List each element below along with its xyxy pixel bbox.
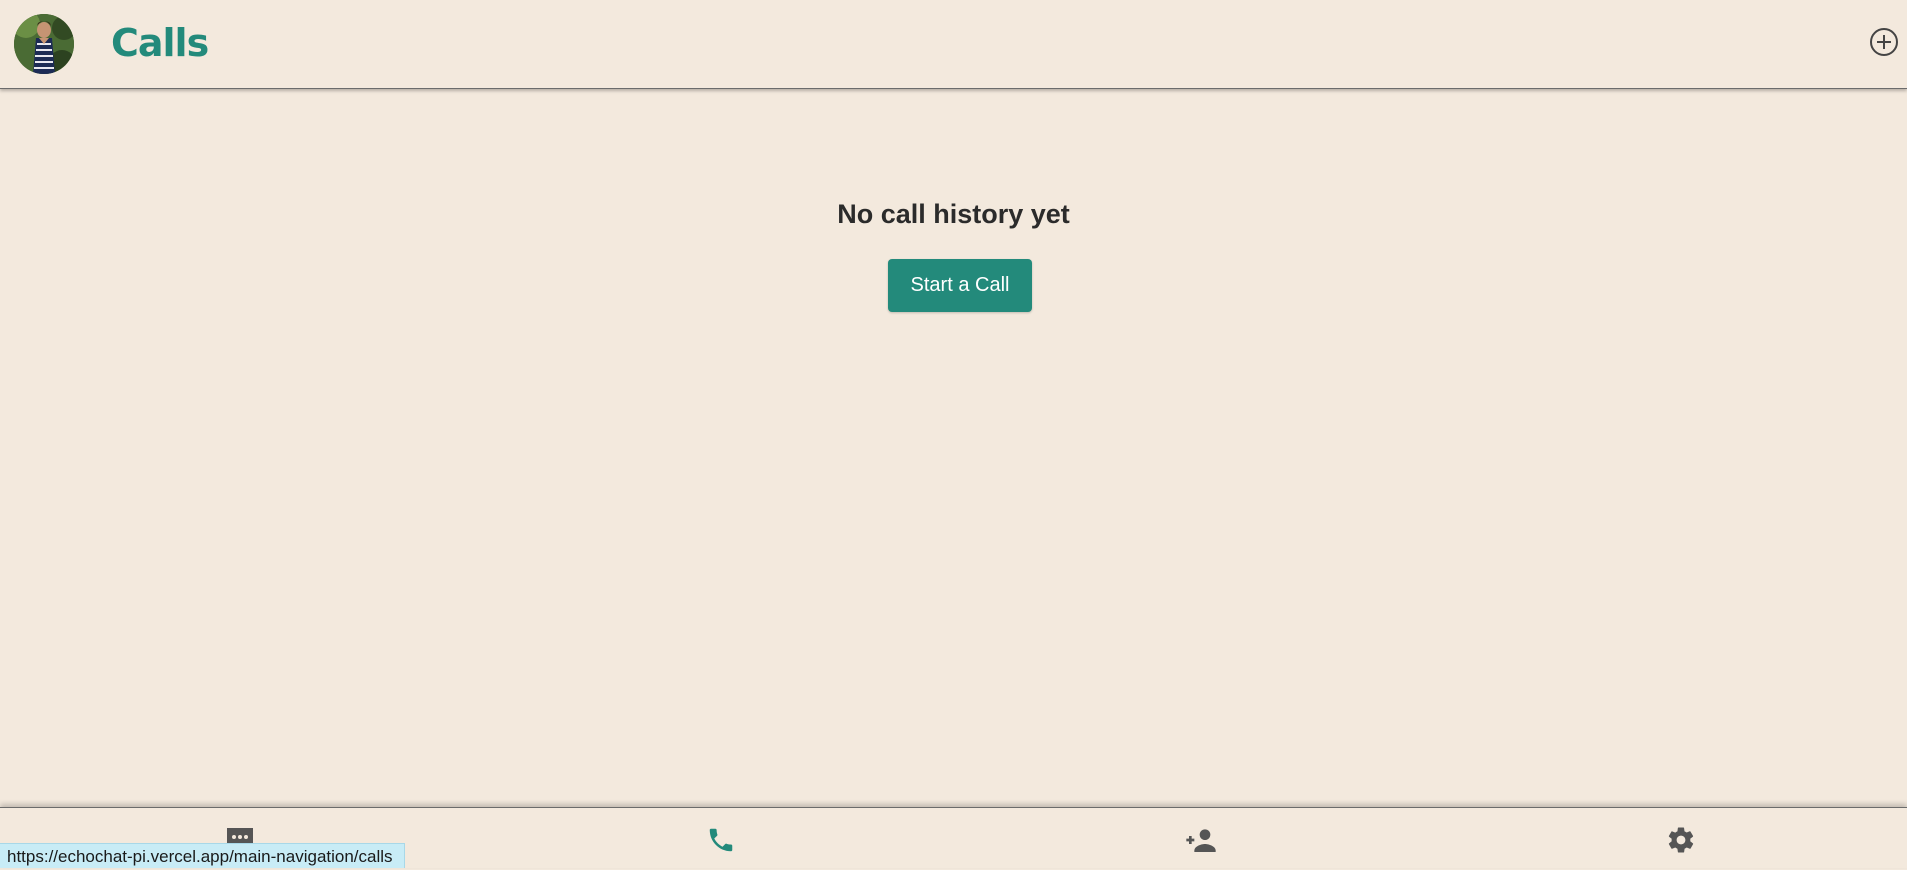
app-header: Calls — [0, 0, 1907, 89]
avatar[interactable] — [14, 14, 74, 74]
status-bar-url: https://echochat-pi.vercel.app/main-navi… — [0, 843, 405, 868]
nav-item-add-contact[interactable] — [1181, 822, 1221, 858]
new-call-button[interactable] — [1867, 25, 1901, 59]
nav-item-settings[interactable] — [1661, 822, 1701, 858]
avatar-photo — [14, 14, 74, 74]
add-circle-icon — [1870, 28, 1898, 56]
nav-item-calls[interactable] — [701, 822, 741, 858]
start-call-button[interactable]: Start a Call — [888, 259, 1032, 312]
person-add-icon — [1186, 829, 1216, 852]
calls-panel: No call history yet Start a Call — [0, 89, 1907, 807]
phone-icon — [709, 828, 733, 852]
page-title: Calls — [111, 21, 209, 65]
gear-icon — [1668, 827, 1694, 853]
empty-state-heading: No call history yet — [837, 199, 1070, 229]
